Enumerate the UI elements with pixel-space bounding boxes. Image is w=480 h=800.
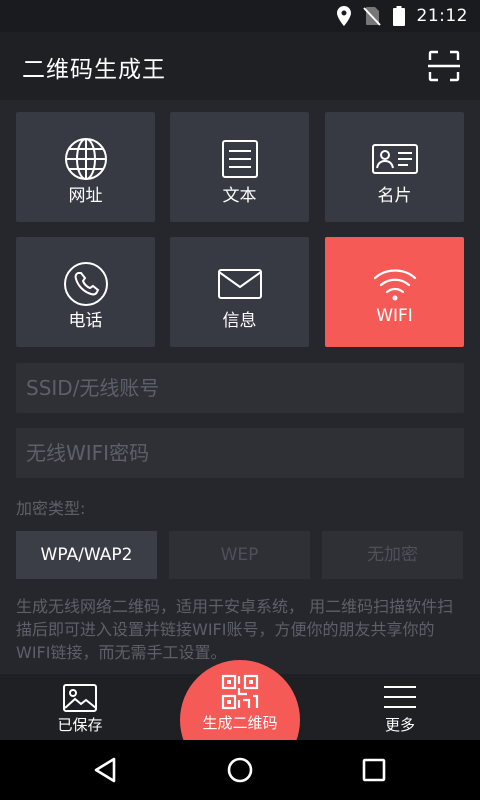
scan-button[interactable] — [428, 50, 460, 82]
system-nav-bar — [0, 740, 480, 800]
type-tile-label: 名片 — [377, 186, 412, 206]
wifi-description: 生成无线网络二维码，适用于安卓系统， 用二维码扫描软件扫描后即可进入设置并链接W… — [16, 597, 454, 662]
type-tile-label: 电话 — [68, 311, 103, 331]
type-tile-message[interactable]: 信息 — [170, 237, 309, 347]
encryption-option-none[interactable]: 无加密 — [322, 531, 463, 579]
globe-icon — [64, 138, 107, 180]
app-bar: 二维码生成王 — [0, 32, 480, 100]
wifi-password-input[interactable] — [16, 428, 464, 478]
type-tile-label: WIFI — [376, 306, 413, 326]
battery-icon — [392, 6, 405, 26]
type-tile-text[interactable]: 文本 — [170, 112, 309, 222]
type-tile-wifi[interactable]: WIFI — [325, 237, 464, 347]
page-title: 二维码生成王 — [22, 57, 166, 83]
encryption-type-label: 加密类型: — [16, 499, 86, 518]
phone-icon — [63, 262, 108, 306]
type-tile-phone[interactable]: 电话 — [16, 237, 155, 347]
type-tile-label: 信息 — [222, 311, 257, 331]
ssid-field — [16, 363, 464, 413]
type-tile-url[interactable]: 网址 — [16, 112, 155, 222]
no-sim-icon — [362, 7, 381, 26]
encryption-option-wep[interactable]: WEP — [169, 531, 310, 579]
more-label: 更多 — [384, 716, 415, 734]
saved-label: 已保存 — [57, 716, 103, 734]
type-tile-label: 文本 — [222, 186, 257, 206]
image-icon — [63, 684, 97, 712]
saved-button[interactable]: 已保存 — [20, 674, 140, 740]
recents-icon[interactable] — [358, 754, 390, 786]
ssid-input[interactable] — [16, 363, 464, 413]
wifi-icon — [373, 269, 416, 301]
status-bar: 21:12 — [0, 0, 480, 32]
back-icon[interactable] — [90, 754, 122, 786]
encryption-option-wpa[interactable]: WPA/WAP2 — [16, 531, 157, 579]
mail-icon — [217, 269, 262, 299]
menu-icon — [384, 686, 416, 708]
location-icon — [336, 6, 351, 26]
home-icon[interactable] — [224, 754, 256, 786]
clock: 21:12 — [416, 6, 468, 26]
scan-icon — [428, 50, 460, 82]
qr-code-icon — [221, 674, 259, 710]
type-tile-card[interactable]: 名片 — [325, 112, 464, 222]
password-field — [16, 428, 464, 478]
type-tile-label: 网址 — [68, 186, 103, 206]
text-icon — [221, 140, 258, 178]
generate-label: 生成二维码 — [202, 714, 278, 732]
more-button[interactable]: 更多 — [340, 674, 460, 740]
contact-card-icon — [371, 144, 418, 174]
